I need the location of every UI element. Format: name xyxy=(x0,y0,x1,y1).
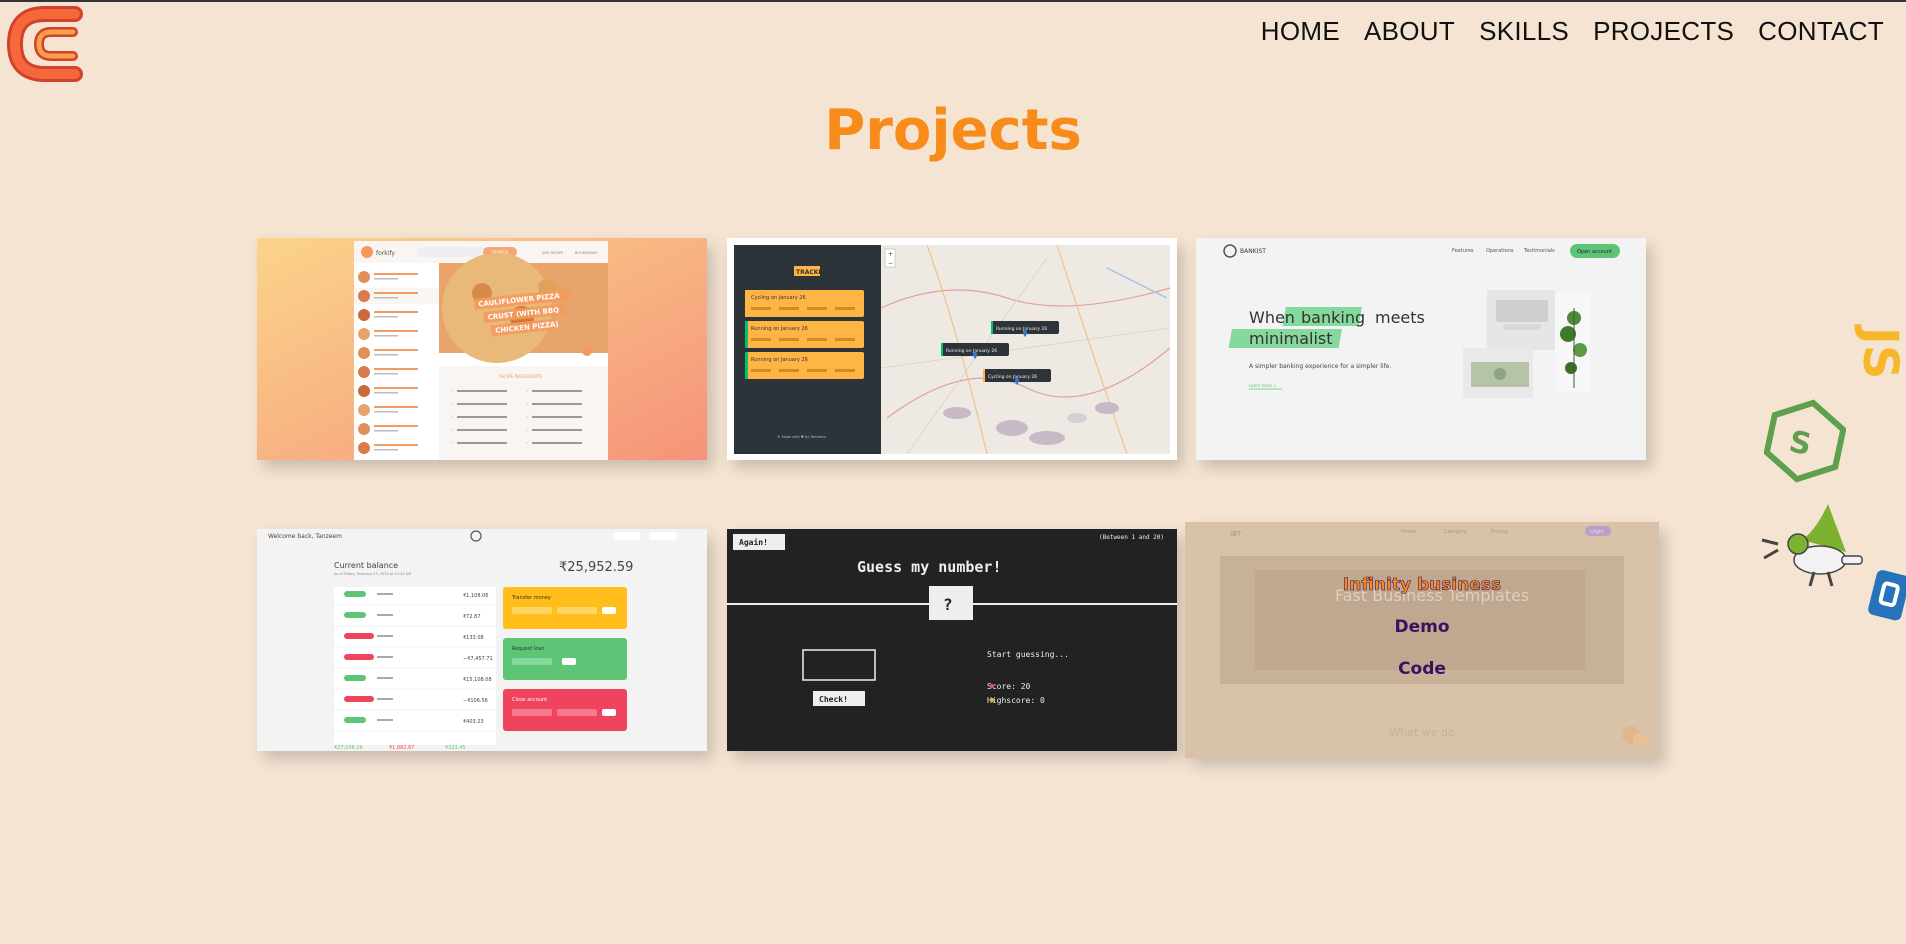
bankist-brand: BANKIST xyxy=(1240,248,1266,255)
project-card-infinity-business[interactable]: IBT Home Category Pricing Login Fast Bus… xyxy=(1185,522,1659,758)
movement-value: ₹72.87 xyxy=(463,614,481,620)
svg-text:Current balance: Current balance xyxy=(334,561,398,570)
svg-text:© Made with ♥ by Tanzeem: © Made with ♥ by Tanzeem xyxy=(777,435,827,439)
svg-text:banking: banking xyxy=(1301,308,1365,327)
workout-title: Running on January 26 xyxy=(751,357,808,363)
svg-text:✓: ✓ xyxy=(451,401,454,406)
js-icon: JS xyxy=(1845,324,1906,418)
project-overlay-title: Infinity business xyxy=(1342,575,1502,596)
project-card-bankist-landing[interactable]: BANKIST Features Operations Testimonials… xyxy=(1196,238,1646,460)
movement-value: ₹403.23 xyxy=(463,719,484,725)
map-popup: Cycling on January 26 xyxy=(988,374,1037,380)
map-popup: Running on January 26 xyxy=(996,326,1047,332)
svg-text:Features: Features xyxy=(1452,248,1474,254)
movement-value: ₹133.08 xyxy=(463,635,484,641)
svg-text:Testimonials: Testimonials xyxy=(1523,248,1555,254)
nav-about[interactable]: ABOUT xyxy=(1352,16,1467,47)
project-overlay: Infinity business Demo Code xyxy=(1185,522,1659,758)
svg-text:✓: ✓ xyxy=(451,440,454,445)
svg-text:BOOKMARKS: BOOKMARKS xyxy=(575,251,598,255)
svg-text:₹27,036.26: ₹27,036.26 xyxy=(334,745,363,751)
project-card-guess-number[interactable]: Again! (Between 1 and 20) Guess my numbe… xyxy=(727,529,1177,751)
project-card-mapty[interactable]: + − TRACKR Cycling on January 26 Running … xyxy=(727,238,1177,460)
svg-text:Request loan: Request loan xyxy=(512,646,545,652)
svg-text:✓: ✓ xyxy=(526,388,529,393)
svg-text:✓: ✓ xyxy=(451,414,454,419)
svg-text:RECIPE INGREDIENTS: RECIPE INGREDIENTS xyxy=(499,374,542,379)
main-nav: HOME ABOUT SKILLS PROJECTS CONTACT xyxy=(1249,16,1896,47)
nav-contact[interactable]: CONTACT xyxy=(1746,16,1896,47)
svg-text:ADD RECIPE: ADD RECIPE xyxy=(542,251,563,255)
svg-text:S: S xyxy=(1786,424,1814,463)
svg-text:?: ? xyxy=(943,595,953,614)
svg-text:Start guessing...: Start guessing... xyxy=(987,650,1069,659)
nav-skills[interactable]: SKILLS xyxy=(1467,16,1581,47)
css3-icon xyxy=(1868,568,1906,626)
svg-text:Operations: Operations xyxy=(1486,248,1514,254)
site-logo[interactable] xyxy=(3,4,95,84)
nav-home[interactable]: HOME xyxy=(1249,16,1352,47)
svg-text:Learn more ↓: Learn more ↓ xyxy=(1249,383,1276,388)
svg-text:JS: JS xyxy=(1852,324,1906,379)
nodejs-icon: S xyxy=(1763,398,1847,488)
svg-text:Open account: Open account xyxy=(1577,249,1612,255)
movement-value: −₹7,457.71 xyxy=(463,656,493,662)
svg-text:₹25,952.59: ₹25,952.59 xyxy=(559,560,633,575)
svg-text:Transfer money: Transfer money xyxy=(511,595,551,601)
svg-text:+: + xyxy=(888,251,893,258)
movement-value: ₹15,108.08 xyxy=(463,677,492,683)
svg-text:−: − xyxy=(888,260,893,267)
project-card-bankist-app[interactable]: Welcome back, Tanzeem Current balance As… xyxy=(257,529,707,751)
svg-text:meets: meets xyxy=(1375,308,1425,327)
mapty-logo: TRACKR xyxy=(796,269,823,276)
svg-text:(Between 1 and 20): (Between 1 and 20) xyxy=(1099,534,1164,541)
svg-text:✓: ✓ xyxy=(526,427,529,432)
svg-text:Highscore: 0: Highscore: 0 xyxy=(987,696,1045,705)
svg-text:Check!: Check! xyxy=(819,695,848,704)
svg-text:A simpler banking experience f: A simpler banking experience for a simpl… xyxy=(1249,363,1391,370)
svg-text:Again!: Again! xyxy=(739,537,768,547)
forkify-brand: forkify xyxy=(376,250,395,257)
project-card-forkify[interactable]: forkify SEARCH ADD RECIPE BOOKMARKS CAUL… xyxy=(257,238,707,460)
svg-text:✓: ✓ xyxy=(526,401,529,406)
svg-text:✓: ✓ xyxy=(526,440,529,445)
svg-text:₹1,082.67: ₹1,082.67 xyxy=(389,745,414,751)
map-popup: Running on January 26 xyxy=(946,348,997,354)
svg-text:As of Friday, February 23, 202: As of Friday, February 23, 2024 at 11:42… xyxy=(334,572,411,576)
svg-text:minimalist: minimalist xyxy=(1249,329,1333,348)
svg-text:₹323.45: ₹323.45 xyxy=(445,745,466,751)
movement-value: ₹1,108.06 xyxy=(463,593,488,599)
svg-text:✓: ✓ xyxy=(451,388,454,393)
svg-text:✓: ✓ xyxy=(451,427,454,432)
svg-text:Guess my number!: Guess my number! xyxy=(857,558,1002,576)
code-link[interactable]: Code xyxy=(1398,659,1446,679)
svg-text:Welcome back, Tanzeem: Welcome back, Tanzeem xyxy=(268,533,342,540)
svg-text:✓: ✓ xyxy=(526,414,529,419)
svg-text:Close account: Close account xyxy=(512,697,547,703)
workout-title: Running on January 26 xyxy=(751,326,808,332)
workout-title: Cycling on January 26 xyxy=(751,295,806,301)
superhero-icon xyxy=(1758,500,1866,596)
page-title: Projects xyxy=(824,98,1082,163)
nav-projects[interactable]: PROJECTS xyxy=(1581,16,1746,47)
demo-link[interactable]: Demo xyxy=(1394,617,1449,637)
movement-value: −₹106.56 xyxy=(463,698,488,704)
svg-text:When: When xyxy=(1249,308,1295,327)
